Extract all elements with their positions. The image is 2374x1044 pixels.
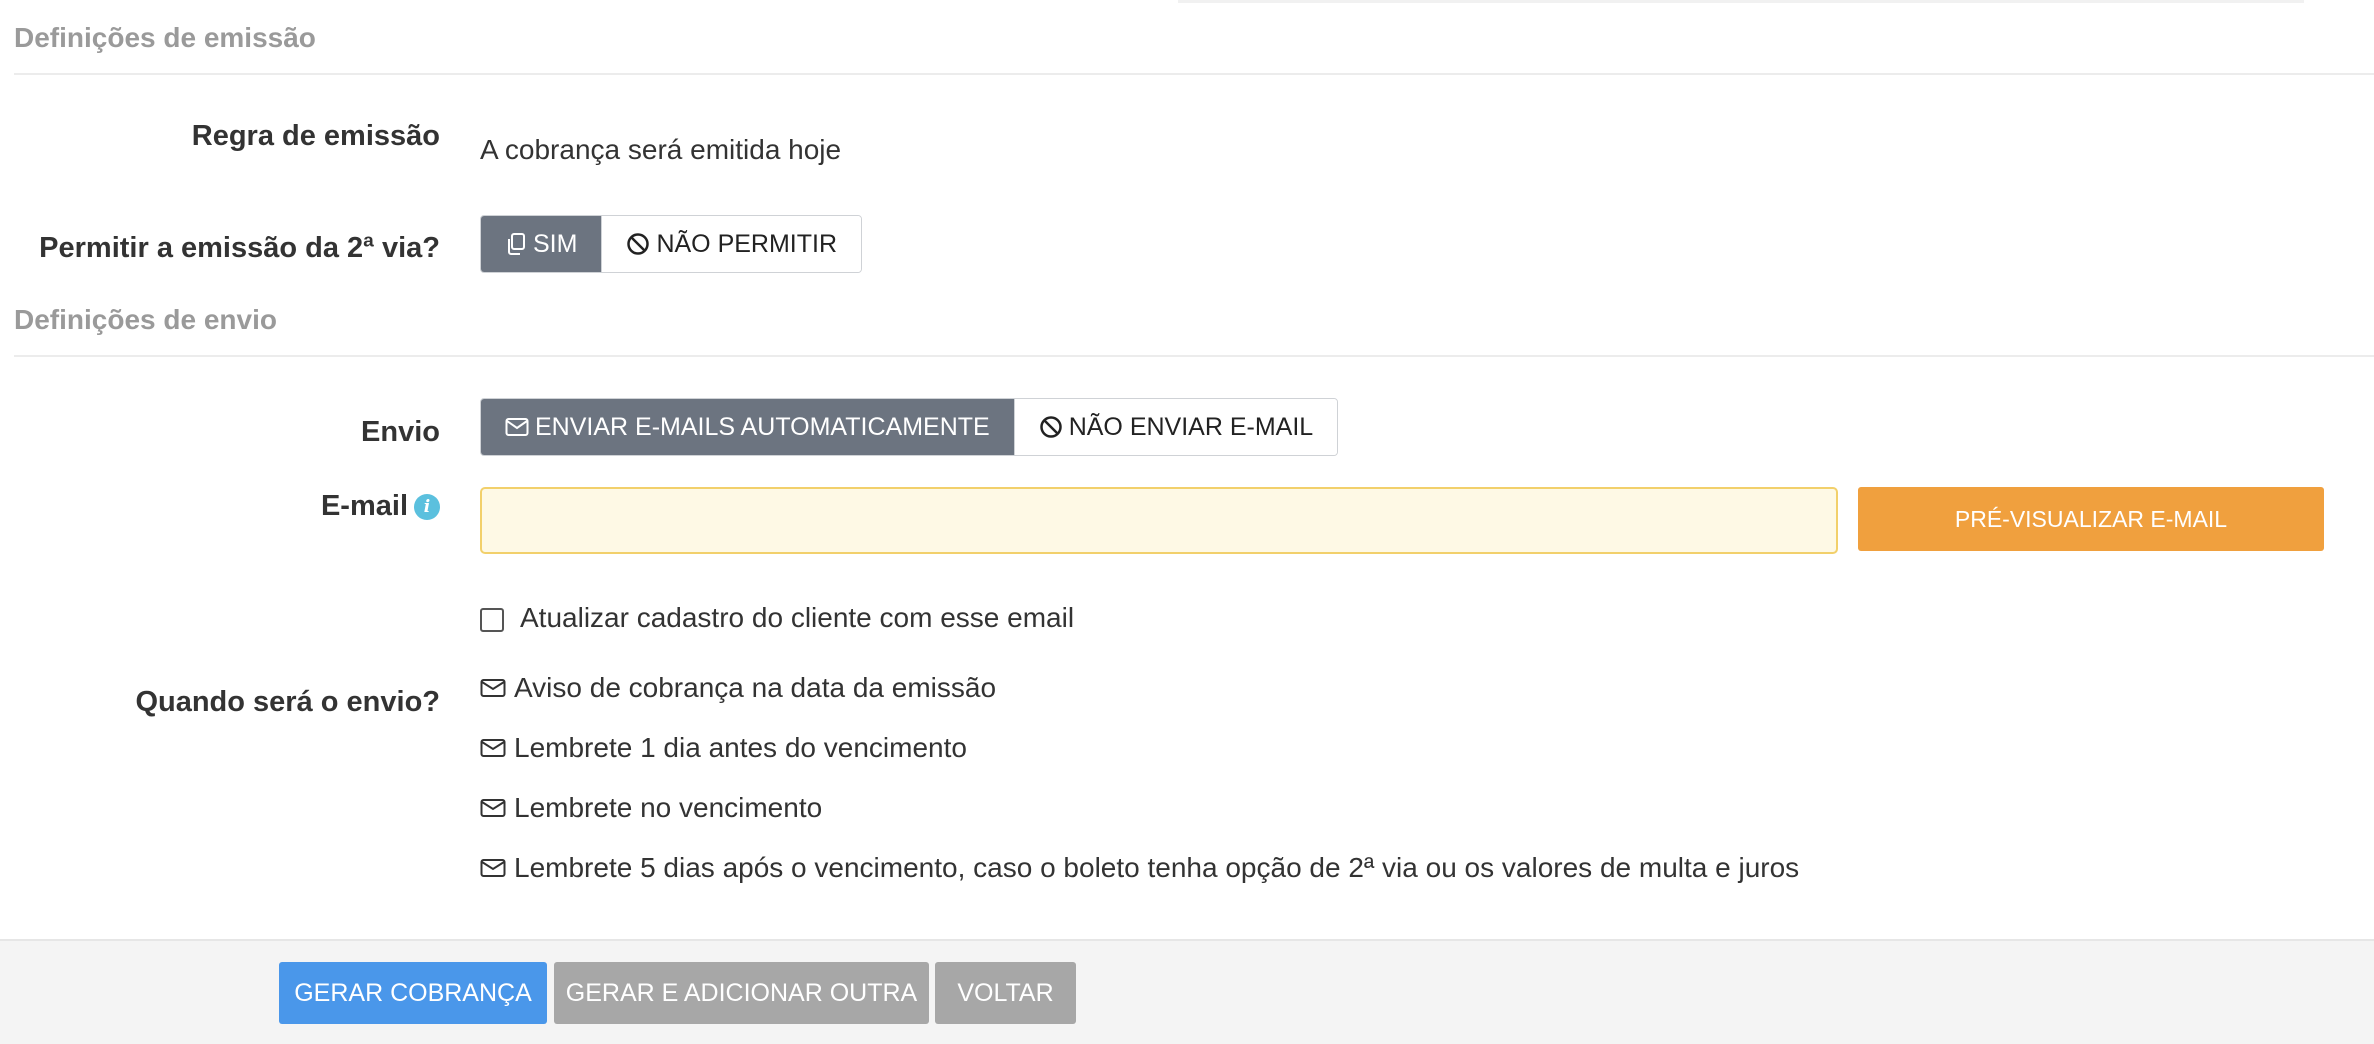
envelope-icon xyxy=(480,679,506,697)
generate-charge-button[interactable]: GERAR COBRANÇA xyxy=(279,962,547,1024)
section-divider xyxy=(14,73,2374,75)
second-copy-no-label: NÃO PERMITIR xyxy=(656,229,838,258)
when-item-text: Lembrete 1 dia antes do vencimento xyxy=(514,732,967,763)
envelope-icon xyxy=(480,739,506,757)
emission-rule-label: Regra de emissão xyxy=(191,120,440,152)
send-auto-button[interactable]: ENVIAR E-MAILS AUTOMATICAMENTE xyxy=(481,399,1014,455)
when-item-text: Lembrete no vencimento xyxy=(514,792,823,823)
second-copy-yes-button[interactable]: SIM xyxy=(481,216,602,272)
send-auto-label: ENVIAR E-MAILS AUTOMATICAMENTE xyxy=(535,412,990,441)
send-none-button[interactable]: NÃO ENVIAR E-MAIL xyxy=(1013,399,1338,455)
second-copy-yes-label: SIM xyxy=(533,229,578,258)
list-item: Lembrete no vencimento xyxy=(480,792,822,824)
section-divider xyxy=(14,355,2374,357)
email-label-wrapper: E-mail i xyxy=(321,490,440,523)
section-title-emission: Definições de emissão xyxy=(14,22,316,53)
when-item-text: Aviso de cobrança na data da emissão xyxy=(514,672,997,703)
list-item: Lembrete 1 dia antes do vencimento xyxy=(480,732,967,764)
ban-icon xyxy=(1039,416,1062,438)
envelope-icon xyxy=(505,418,529,436)
copy-icon xyxy=(508,233,525,255)
section-title-sending: Definições de envio xyxy=(14,304,277,335)
top-divider xyxy=(1178,0,2304,3)
second-copy-no-button[interactable]: NÃO PERMITIR xyxy=(601,216,862,272)
send-label: Envio xyxy=(361,416,440,448)
preview-email-button[interactable]: PRÉ-VISUALIZAR E-MAIL xyxy=(1858,487,2324,551)
second-copy-toggle: SIM NÃO PERMITIR xyxy=(480,215,863,273)
back-button[interactable]: VOLTAR xyxy=(935,962,1076,1024)
when-label: Quando será o envio? xyxy=(135,686,440,718)
update-customer-email-label: Atualizar cadastro do cliente com esse e… xyxy=(520,602,1075,633)
list-item: Aviso de cobrança na data da emissão xyxy=(480,672,996,704)
list-item: Lembrete 5 dias após o vencimento, caso … xyxy=(480,852,1799,884)
send-none-label: NÃO ENVIAR E-MAIL xyxy=(1068,412,1314,441)
ban-icon xyxy=(627,233,650,255)
generate-and-add-button[interactable]: GERAR E ADICIONAR OUTRA xyxy=(554,962,929,1024)
info-icon[interactable]: i xyxy=(414,494,440,521)
envelope-icon xyxy=(480,859,506,877)
email-field[interactable] xyxy=(480,487,1838,554)
send-toggle: ENVIAR E-MAILS AUTOMATICAMENTE NÃO ENVIA… xyxy=(480,398,1339,456)
update-customer-email-checkbox[interactable] xyxy=(480,608,504,632)
emission-rule-value: A cobrança será emitida hoje xyxy=(480,134,842,165)
email-label: E-mail xyxy=(320,490,408,522)
second-copy-label: Permitir a emissão da 2ª via? xyxy=(39,232,440,264)
when-item-text: Lembrete 5 dias após o vencimento, caso … xyxy=(514,852,1800,883)
envelope-icon xyxy=(480,799,506,817)
